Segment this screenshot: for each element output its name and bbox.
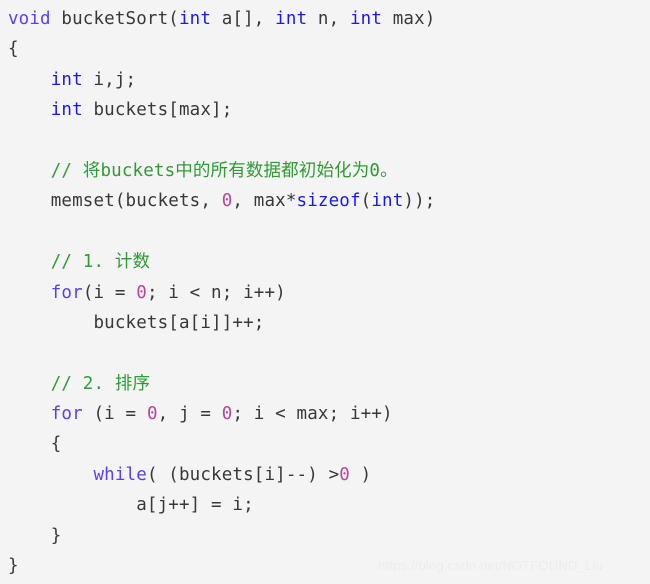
code-token-brace: { xyxy=(50,434,62,455)
code-token-comment: // 1. 计数 xyxy=(50,252,151,273)
code-line: for (i = 0, j = 0; i < max; i++) xyxy=(8,399,650,429)
code-token-brace: } xyxy=(50,525,62,546)
code-line: int i,j; xyxy=(8,65,650,95)
code-line: for(i = 0; i < n; i++) xyxy=(8,278,650,308)
code-token-kw: for xyxy=(50,404,83,425)
code-token-brace: } xyxy=(8,556,19,577)
code-token-type: int xyxy=(50,69,83,90)
code-token-plain: buckets[max]; xyxy=(82,100,233,121)
code-token-plain: bucketSort( xyxy=(50,9,179,29)
code-block: void bucketSort(int a[], int n, int max)… xyxy=(0,0,650,584)
code-token-type: int xyxy=(50,100,83,121)
code-token-plain: , max* xyxy=(232,191,297,212)
code-token-plain: n, xyxy=(307,9,350,29)
code-token-num: 0 xyxy=(136,282,147,303)
code-token-plain: memset(buckets, xyxy=(50,191,222,212)
code-token-plain: a[], xyxy=(211,9,276,29)
code-token-type: int xyxy=(275,9,308,29)
code-token-plain: i,j; xyxy=(82,69,137,90)
code-token-comment: // 2. 排序 xyxy=(50,373,151,394)
code-token-plain: , j = xyxy=(157,404,222,425)
code-token-plain: a[j++] = i; xyxy=(136,495,254,516)
code-token-plain: ( (buckets[i]--) > xyxy=(146,464,340,485)
code-token-comment: // 将buckets中的所有数据都初始化为0。 xyxy=(50,160,398,181)
code-token-num: 0 xyxy=(221,404,233,425)
code-line: buckets[a[i]]++; xyxy=(8,308,650,338)
code-token-plain: max) xyxy=(382,9,436,29)
code-token-type: int xyxy=(371,191,404,212)
code-token-plain: ; i < max; i++) xyxy=(232,404,393,425)
code-token-num: 0 xyxy=(146,404,158,425)
code-token-plain: (i = xyxy=(82,404,147,425)
code-lines-container: void bucketSort(int a[], int n, int max)… xyxy=(8,4,650,581)
code-token-brace: { xyxy=(8,39,19,60)
code-token-plain: buckets[a[i]]++; xyxy=(93,312,265,333)
code-token-num: 0 xyxy=(339,464,350,485)
code-line: // 1. 计数 xyxy=(8,247,650,277)
code-line: // 将buckets中的所有数据都初始化为0。 xyxy=(8,156,650,186)
code-token-num: 0 xyxy=(221,191,233,212)
code-line: int buckets[max]; xyxy=(8,95,650,125)
code-token-plain: ( xyxy=(360,191,372,212)
code-token-type: sizeof xyxy=(296,191,361,212)
code-token-plain: (i = xyxy=(82,282,137,303)
code-line: while( (buckets[i]--) >0 ) xyxy=(8,460,650,490)
watermark-text: https://blog.csdn.net/NOTFOUND_Liu xyxy=(378,558,604,573)
code-line: void bucketSort(int a[], int n, int max) xyxy=(8,4,650,34)
code-line: } xyxy=(8,521,650,551)
code-token-plain: ; i < n; i++) xyxy=(146,282,286,303)
code-line: { xyxy=(8,429,650,459)
code-token-kw: for xyxy=(50,282,83,303)
code-token-plain: ) xyxy=(349,464,372,485)
code-line: { xyxy=(8,34,650,64)
code-token-type: int xyxy=(349,9,383,29)
code-token-kw: void xyxy=(8,9,51,29)
code-line: memset(buckets, 0, max*sizeof(int)); xyxy=(8,186,650,216)
code-line: // 2. 排序 xyxy=(8,369,650,399)
code-token-kw: while xyxy=(93,464,147,485)
code-token-type: int xyxy=(178,9,212,29)
code-line: a[j++] = i; xyxy=(8,490,650,520)
code-token-plain: )); xyxy=(403,191,436,212)
